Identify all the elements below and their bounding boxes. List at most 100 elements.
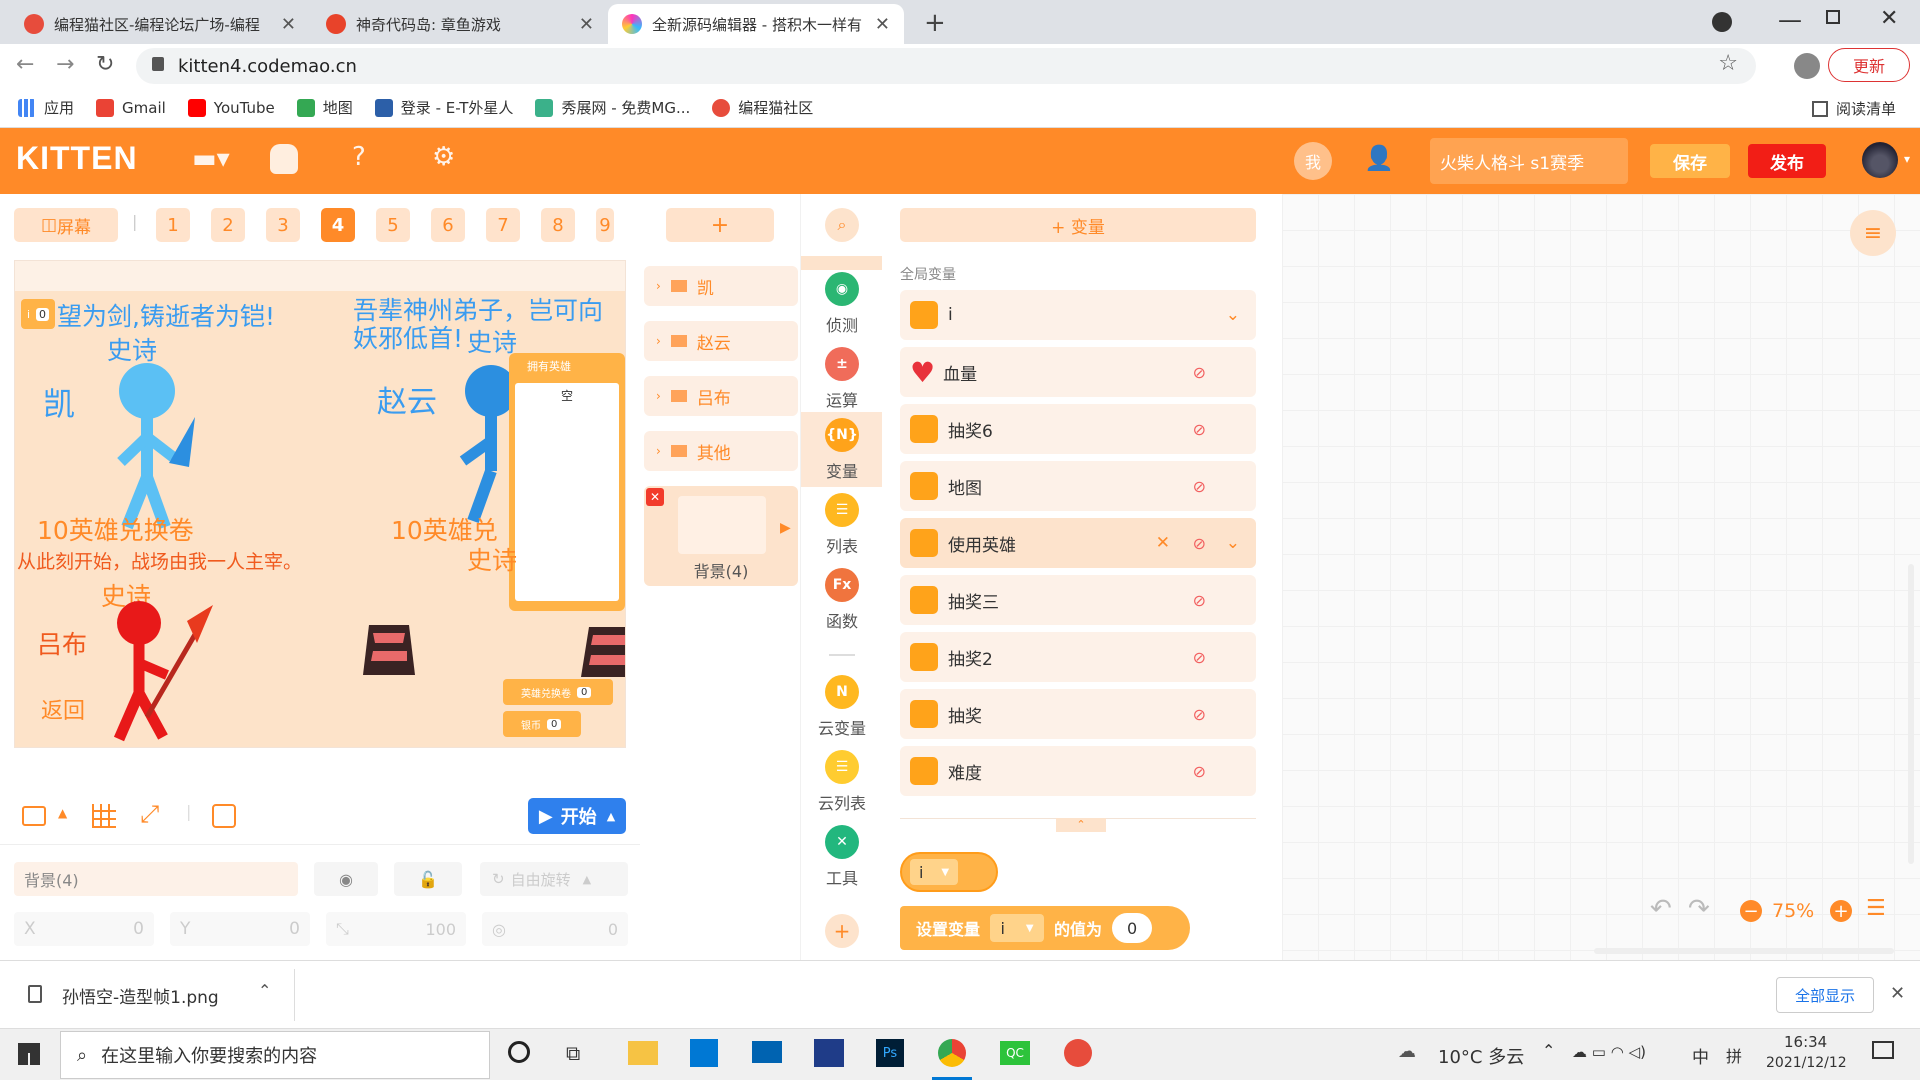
category-sensing[interactable]: ◉ 侦测: [801, 266, 883, 341]
bookmark-xiuzhan[interactable]: 秀展网 - 免费MG...: [535, 97, 690, 118]
minimize-icon[interactable]: —: [1778, 6, 1802, 34]
list-monitor[interactable]: 拥有英雄 空: [509, 353, 625, 611]
help-icon[interactable]: ?: [352, 142, 366, 172]
clock-time[interactable]: 16:34: [1784, 1033, 1827, 1051]
close-tab-icon[interactable]: ✕: [579, 14, 594, 35]
hidden-eye-icon[interactable]: ⊘: [1193, 363, 1206, 382]
save-button[interactable]: 保存: [1650, 144, 1730, 178]
rotation-mode-select[interactable]: ↻ 自由旋转 ▲: [480, 862, 628, 896]
screen-tab[interactable]: 9: [596, 208, 614, 242]
category-functions[interactable]: Fx 函数: [801, 562, 883, 637]
back-icon[interactable]: ←: [16, 52, 34, 77]
download-file-name[interactable]: 孙悟空-造型帧1.png: [62, 983, 219, 1008]
variable-row[interactable]: 抽奖 ⊘: [900, 689, 1256, 739]
ime-indicator[interactable]: 中: [1692, 1043, 1709, 1068]
search-icon[interactable]: ⌕: [825, 208, 859, 242]
variable-monitor[interactable]: 英雄兑换卷 0: [503, 679, 613, 705]
update-button[interactable]: 更新: [1828, 48, 1910, 82]
project-name-input[interactable]: 火柴人格斗 s1赛季: [1430, 138, 1628, 184]
variable-monitor[interactable]: i 0: [21, 299, 55, 329]
value-input[interactable]: 0: [1112, 913, 1153, 943]
category-cloud-lists[interactable]: ☰ 云列表: [801, 744, 883, 819]
block-search-icon[interactable]: ≡: [1850, 210, 1896, 256]
start-button[interactable]: ▶ 开始 ▲: [528, 798, 626, 834]
kai-stickman-sprite[interactable]: [99, 357, 209, 537]
screen-toggle-button[interactable]: ◫ 屏幕: [14, 208, 118, 242]
delete-sprite-icon[interactable]: ✕: [646, 488, 664, 506]
screen-tab[interactable]: 7: [486, 208, 520, 242]
mail-icon[interactable]: [752, 1041, 782, 1063]
user-avatar[interactable]: [1862, 142, 1898, 178]
variable-row[interactable]: ♥ 血量 ⊘: [900, 347, 1256, 397]
stage-size-icon[interactable]: [22, 806, 46, 826]
stage-canvas[interactable]: i 0 望为剑,铸逝者为铠! 史诗 凯 吾辈神州弟子，岂可向 妖邪低首! 史诗 …: [14, 260, 626, 748]
lock-icon[interactable]: 🔓: [394, 862, 462, 896]
hidden-eye-icon[interactable]: ⊘: [1193, 705, 1206, 724]
reading-list-button[interactable]: 阅读清单: [1812, 98, 1896, 119]
variable-row[interactable]: 地图 ⊘: [900, 461, 1256, 511]
screen-tab-active[interactable]: 4: [321, 208, 355, 242]
bookmark-maps[interactable]: 地图: [296, 97, 353, 118]
variable-row[interactable]: 抽奖2 ⊘: [900, 632, 1256, 682]
bookmark-gmail[interactable]: Gmail: [96, 98, 166, 117]
url-input[interactable]: kitten4.codemao.cn ☆: [136, 48, 1756, 84]
hidden-eye-icon[interactable]: ⊘: [1193, 534, 1206, 553]
chevron-down-icon[interactable]: ⌄: [1226, 305, 1240, 325]
forward-icon[interactable]: →: [56, 52, 74, 77]
undo-icon[interactable]: ↶: [1650, 894, 1672, 924]
screen-tab[interactable]: 1: [156, 208, 190, 242]
tray-icons[interactable]: ☁ ▭ ◠ ◁): [1572, 1043, 1646, 1061]
visibility-eye-icon[interactable]: ◉: [314, 862, 378, 896]
caret-up-icon[interactable]: ▲: [58, 806, 67, 820]
add-extension-button[interactable]: +: [825, 914, 859, 948]
record-icon[interactable]: [212, 804, 236, 828]
direction-input[interactable]: ◎ 0: [482, 912, 628, 946]
windows-start-icon[interactable]: [18, 1043, 40, 1065]
redo-icon[interactable]: ↷: [1688, 894, 1710, 924]
size-input[interactable]: ⤡ 100: [326, 912, 466, 946]
settings-gear-icon[interactable]: ⚙: [432, 142, 455, 172]
browser-tab[interactable]: 神奇代码岛: 章鱼游戏 ✕: [312, 4, 608, 44]
hidden-eye-icon[interactable]: ⊘: [1193, 477, 1206, 496]
chevron-up-icon[interactable]: ⌃: [258, 981, 271, 1000]
cortana-icon[interactable]: [508, 1041, 530, 1063]
zoom-in-icon[interactable]: +: [1830, 900, 1852, 922]
variable-dropdown[interactable]: i ▼: [990, 914, 1045, 942]
collapse-up-icon[interactable]: ⌃: [1056, 818, 1106, 832]
photoshop-icon[interactable]: Ps: [876, 1039, 904, 1067]
sprite-name-input[interactable]: 背景(4): [14, 862, 298, 896]
roadblock-sprite[interactable]: [579, 625, 626, 679]
file-explorer-icon[interactable]: [628, 1041, 658, 1065]
close-icon[interactable]: ✕: [1890, 983, 1905, 1004]
zoom-out-icon[interactable]: −: [1740, 900, 1762, 922]
sprite-folder[interactable]: › 其他: [644, 431, 798, 471]
close-tab-icon[interactable]: ✕: [875, 14, 890, 35]
category-tools[interactable]: ✕ 工具: [801, 819, 883, 894]
variable-monitor[interactable]: 银币 0: [503, 711, 581, 737]
profile-icon[interactable]: [1794, 53, 1820, 79]
hidden-eye-icon[interactable]: ⊘: [1193, 648, 1206, 667]
lvbu-stickman-sprite[interactable]: [101, 597, 221, 747]
close-tab-icon[interactable]: ✕: [281, 14, 296, 35]
variable-row-hover[interactable]: 使用英雄 ✕ ⊘ ⌄: [900, 518, 1256, 568]
codemao-app-icon[interactable]: [1064, 1039, 1092, 1067]
collaborate-icon[interactable]: 👤: [1364, 144, 1394, 172]
chrome-icon[interactable]: [938, 1039, 966, 1067]
variable-row[interactable]: 抽奖三 ⊘: [900, 575, 1256, 625]
delete-icon[interactable]: ✕: [1156, 533, 1170, 553]
reload-icon[interactable]: ↻: [96, 52, 114, 77]
qc-icon[interactable]: QC: [1000, 1041, 1030, 1065]
ime-mode-icon[interactable]: 拼: [1726, 1043, 1742, 1067]
add-variable-button[interactable]: + 变量: [900, 208, 1256, 242]
sprite-folder[interactable]: › 赵云: [644, 321, 798, 361]
screen-tab[interactable]: 3: [266, 208, 300, 242]
store-icon[interactable]: [690, 1039, 718, 1067]
new-tab-icon[interactable]: +: [924, 8, 946, 38]
close-window-icon[interactable]: ✕: [1880, 6, 1898, 31]
notification-icon[interactable]: [1872, 1041, 1894, 1059]
task-view-icon[interactable]: ⧉: [566, 1041, 580, 1065]
variable-row[interactable]: 难度 ⊘: [900, 746, 1256, 796]
hidden-eye-icon[interactable]: ⊘: [1193, 591, 1206, 610]
add-sprite-button[interactable]: +: [666, 208, 774, 242]
vertical-scrollbar[interactable]: [1908, 564, 1914, 864]
